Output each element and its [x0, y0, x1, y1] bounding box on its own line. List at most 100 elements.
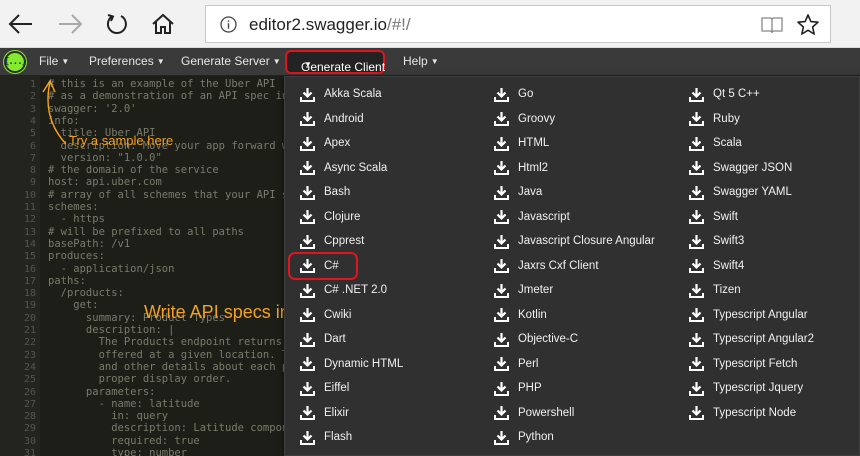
client-option-dart[interactable]: Dart — [300, 329, 346, 349]
client-option-typescript-node[interactable]: Typescript Node — [689, 403, 796, 423]
client-option-swift4[interactable]: Swift4 — [689, 256, 744, 276]
client-option-clojure[interactable]: Clojure — [300, 207, 360, 227]
client-option-scala[interactable]: Scala — [689, 133, 742, 153]
client-option-java[interactable]: Java — [494, 182, 542, 202]
code-line[interactable]: get: — [48, 299, 98, 311]
client-option-powershell[interactable]: Powershell — [494, 403, 574, 423]
client-option-objective-c[interactable]: Objective-C — [494, 329, 578, 349]
browser-toolbar: editor2.swagger.io/#!/ — [0, 0, 860, 48]
client-option-dynamic-html[interactable]: Dynamic HTML — [300, 354, 403, 374]
forward-button[interactable] — [55, 9, 85, 39]
client-option-label: Java — [518, 186, 543, 198]
client-option-tizen[interactable]: Tizen — [689, 280, 741, 300]
client-option-javascript-closure-angular[interactable]: Javascript Closure Angular — [494, 231, 655, 251]
back-button[interactable] — [6, 9, 36, 39]
client-option-android[interactable]: Android — [300, 109, 364, 129]
menu-preferences[interactable]: Preferences ▼ — [89, 54, 165, 68]
client-option-go[interactable]: Go — [494, 84, 533, 104]
client-option-label: Html2 — [518, 161, 549, 174]
client-option-akka-scala[interactable]: Akka Scala — [300, 84, 382, 104]
client-option-typescript-fetch[interactable]: Typescript Fetch — [689, 354, 797, 374]
download-icon — [494, 185, 509, 200]
code-line[interactable]: type: number — [48, 447, 187, 456]
info-icon[interactable] — [220, 16, 237, 33]
client-option-perl[interactable]: Perl — [494, 354, 538, 374]
menu-help[interactable]: Help ▼ — [403, 54, 439, 68]
client-option-label: Tizen — [713, 284, 741, 296]
code-line[interactable]: paths: — [48, 275, 86, 287]
client-option-php[interactable]: PHP — [494, 378, 542, 398]
url-path: /#!/ — [386, 15, 411, 34]
line-number: 6 — [29, 140, 36, 152]
client-option-swagger-yaml[interactable]: Swagger YAML — [689, 182, 792, 202]
client-option-javascript[interactable]: Javascript — [494, 207, 570, 227]
home-button[interactable] — [148, 9, 178, 39]
client-option-cpprest[interactable]: Cpprest — [300, 231, 364, 251]
client-option-groovy[interactable]: Groovy — [494, 109, 555, 129]
client-option-jaxrs-cxf-client[interactable]: Jaxrs Cxf Client — [494, 256, 599, 276]
url-host: editor2.swagger.io — [249, 15, 387, 34]
download-icon — [689, 234, 704, 249]
code-line[interactable]: produces: — [48, 250, 105, 262]
menu-preferences-label: Preferences — [89, 54, 154, 68]
client-option-apex[interactable]: Apex — [300, 133, 350, 153]
client-option-swift[interactable]: Swift — [689, 207, 738, 227]
code-line[interactable]: description: | — [48, 324, 175, 336]
code-line[interactable]: host: api.uber.com — [48, 176, 162, 188]
code-line[interactable]: required: true — [48, 435, 200, 447]
favorite-star-icon[interactable] — [796, 13, 820, 37]
client-option-typescript-jquery[interactable]: Typescript Jquery — [689, 378, 803, 398]
code-line[interactable]: parameters: — [48, 386, 156, 398]
menu-generate-server[interactable]: Generate Server ▼ — [181, 54, 281, 68]
client-option-eiffel[interactable]: Eiffel — [300, 378, 349, 398]
client-option-kotlin[interactable]: Kotlin — [494, 305, 547, 325]
line-number: 27 — [23, 398, 36, 410]
line-number: 25 — [23, 374, 36, 386]
code-line[interactable]: proper display order. — [48, 373, 232, 385]
code-line[interactable]: - application/json — [48, 263, 175, 275]
code-line[interactable]: # the domain of the service — [48, 164, 219, 176]
client-option-jmeter[interactable]: Jmeter — [494, 280, 553, 300]
code-line[interactable]: # will be prefixed to all paths — [48, 226, 244, 238]
download-icon — [494, 381, 509, 396]
client-option-html2[interactable]: Html2 — [494, 158, 548, 178]
code-line[interactable]: basePath: /v1 — [48, 238, 130, 250]
client-option-label: C# — [324, 259, 339, 272]
client-option-bash[interactable]: Bash — [300, 182, 350, 202]
code-line[interactable]: # this is an example of the Uber API — [48, 78, 276, 90]
client-option-typescript-angular2[interactable]: Typescript Angular2 — [689, 329, 814, 349]
refresh-button[interactable] — [102, 9, 132, 39]
try-sample-hint[interactable]: Try a sample here — [69, 133, 173, 148]
menu-file[interactable]: File ▼ — [39, 54, 69, 68]
client-option-python[interactable]: Python — [494, 427, 554, 447]
client-option-qt-5-cplusplus[interactable]: Qt 5 C++ — [689, 84, 760, 104]
client-option-csharp-net-2-0[interactable]: C# .NET 2.0 — [300, 280, 387, 300]
client-option-typescript-angular[interactable]: Typescript Angular — [689, 305, 808, 325]
client-option-cwiki[interactable]: Cwiki — [300, 305, 351, 325]
code-line[interactable]: in: query — [48, 410, 168, 422]
code-line[interactable]: /products: — [48, 287, 124, 299]
download-icon — [689, 332, 704, 347]
client-option-label: Swift4 — [713, 259, 745, 272]
code-line[interactable]: schemes: — [48, 201, 99, 213]
url-text[interactable]: editor2.swagger.io/#!/ — [249, 15, 411, 35]
client-option-swagger-json[interactable]: Swagger JSON — [689, 158, 792, 178]
client-option-swift3[interactable]: Swift3 — [689, 231, 744, 251]
code-line[interactable]: # as a demonstration of an API spec in Y… — [48, 90, 320, 102]
menu-generate-client[interactable]: Generate Client ▼ — [285, 50, 385, 74]
client-option-label: Swift3 — [713, 235, 745, 247]
client-option-label: Dart — [324, 333, 346, 345]
client-option-async-scala[interactable]: Async Scala — [300, 158, 387, 178]
client-option-flash[interactable]: Flash — [300, 427, 352, 447]
client-option-html[interactable]: HTML — [494, 133, 549, 153]
code-line[interactable]: - name: latitude — [48, 398, 200, 410]
line-number: 22 — [23, 337, 36, 349]
client-option-csharp[interactable]: C# — [288, 251, 358, 280]
line-number: 18 — [23, 288, 36, 300]
code-line[interactable]: - https — [48, 213, 105, 225]
client-option-ruby[interactable]: Ruby — [689, 109, 740, 129]
address-bar[interactable]: editor2.swagger.io/#!/ — [205, 5, 831, 43]
reading-view-icon[interactable] — [761, 15, 783, 35]
client-option-elixir[interactable]: Elixir — [300, 403, 349, 423]
client-option-label: Typescript Jquery — [713, 382, 804, 394]
